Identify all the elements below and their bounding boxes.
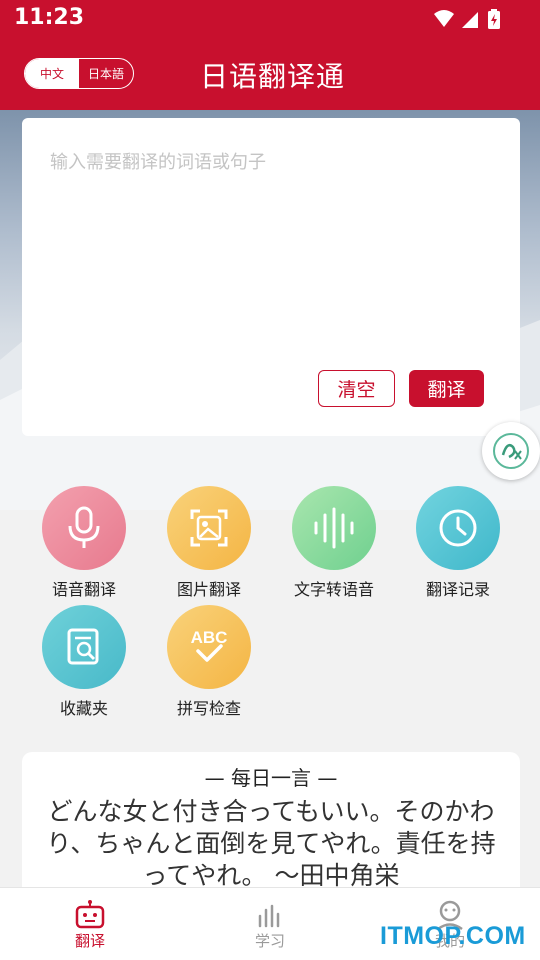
status-time: 11:23 [14,5,85,30]
daily-quote-title: — 每日一言 — [204,766,338,790]
clear-button[interactable]: 清空 [318,370,395,407]
clock-icon [439,509,477,547]
feature-icon-bg [292,486,376,570]
floating-assistant-button[interactable] [482,422,540,480]
feature-label: 翻译记录 [425,580,490,599]
battery-icon [488,9,500,29]
image-scan-icon [190,509,228,547]
microphone-icon [68,506,100,548]
translation-input-card: 输入需要翻译的词语或句子 清空 翻译 [22,118,520,436]
app-title: 日语翻译通 [200,60,346,93]
feature-label: 文字转语音 [293,580,374,599]
soundwave-icon [314,507,354,549]
lang-option-japanese[interactable]: 日本語 [79,59,133,88]
document-search-icon [67,628,99,665]
feature-voice-translate[interactable]: 语音翻译 [24,486,144,600]
assistant-logo-icon [493,433,529,469]
daily-quote-text: どんな女と付き合ってもいい。そのかわり、ちゃんと面倒を見てやれ。責任を持ってやれ… [46,797,496,890]
bars-icon [258,904,280,928]
tab-translate[interactable]: 翻译 [30,888,150,960]
wifi-icon [434,10,454,27]
status-icons [434,9,500,29]
feature-history[interactable]: 翻译记录 [398,486,518,600]
tab-label: 学习 [254,932,285,950]
tab-learn[interactable]: 学习 [210,888,330,960]
site-watermark: ITMOP.COM [380,922,526,950]
feature-icon-bg [167,486,251,570]
language-toggle[interactable]: 中文 日本語 [24,58,134,89]
feature-label: 语音翻译 [51,580,116,599]
translation-input[interactable]: 输入需要翻译的词语或句子 [50,148,266,174]
translate-button[interactable]: 翻译 [409,370,484,407]
feature-icon-bg: ABC [167,605,251,689]
feature-image-translate[interactable]: 图片翻译 [149,486,269,600]
feature-spell-check[interactable]: ABC 拼写检查 [149,605,269,719]
feature-label: 图片翻译 [176,580,241,599]
header-bar: 11:23 中文 日本語 日语翻译通 [0,0,540,110]
feature-icon-bg [42,486,126,570]
signal-icon [462,12,478,28]
feature-text-to-speech[interactable]: 文字转语音 [274,486,394,600]
svg-text:ABC: ABC [191,628,228,647]
feature-icon-bg [416,486,500,570]
feature-label: 拼写检查 [176,699,241,718]
lang-option-chinese[interactable]: 中文 [25,59,79,88]
abc-check-icon: ABC [191,628,228,662]
feature-label: 收藏夹 [59,699,108,718]
tab-label: 翻译 [74,932,105,950]
feature-favorites[interactable]: 收藏夹 [24,605,144,719]
robot-icon [75,900,105,929]
feature-icon-bg [42,605,126,689]
